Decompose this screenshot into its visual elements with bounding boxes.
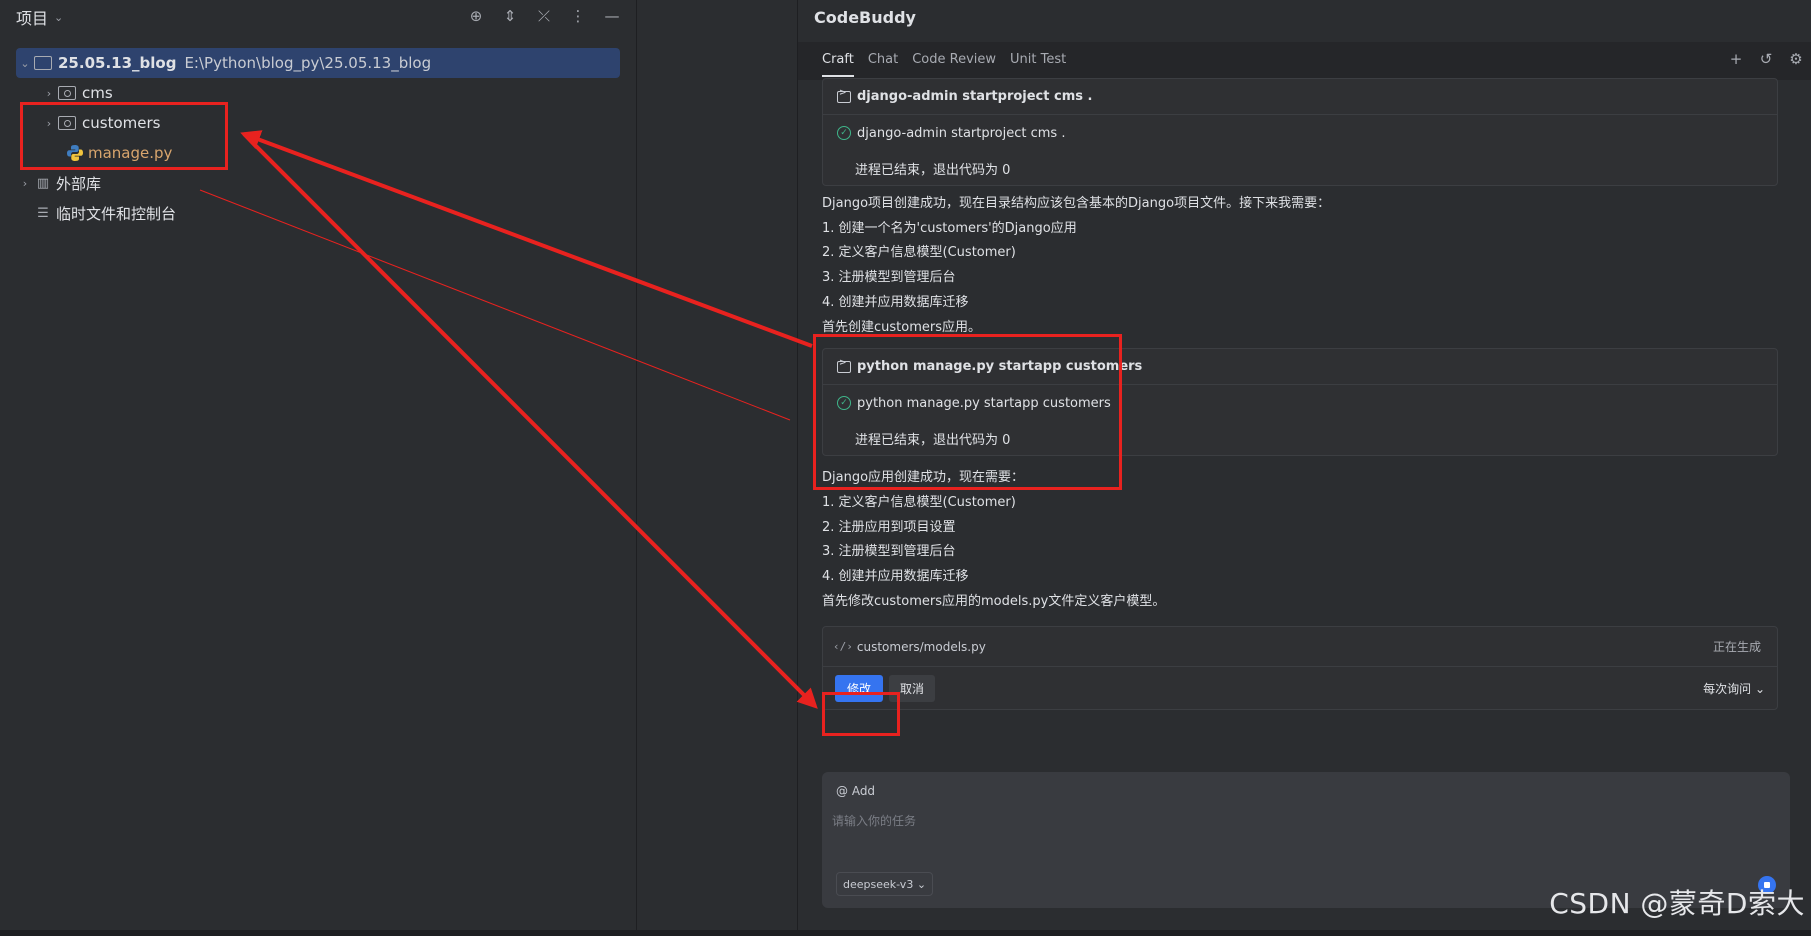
chevron-down-icon[interactable]: ⌄ bbox=[54, 11, 63, 24]
codebuddy-tabs: Craft Chat Code Review Unit Test bbox=[822, 52, 1066, 77]
message-line: 3. 注册模型到管理后台 bbox=[822, 544, 956, 560]
chevron-down-icon: ⌄ bbox=[913, 877, 927, 891]
editor-gutter bbox=[636, 0, 798, 936]
message-line: 1. 定义客户信息模型(Customer) bbox=[822, 494, 1016, 510]
message-line: 4. 创建并应用数据库迁移 bbox=[822, 569, 969, 585]
settings-icon[interactable]: ⚙ bbox=[1787, 50, 1805, 68]
file-edit-name[interactable]: customers/models.py bbox=[857, 640, 986, 654]
message-line: 1. 创建一个名为'customers'的Django应用 bbox=[822, 220, 1077, 236]
terminal-icon bbox=[837, 88, 851, 103]
expand-all-icon[interactable]: ⇕ bbox=[500, 6, 520, 26]
tab-chat[interactable]: Chat bbox=[868, 52, 898, 77]
status-strip bbox=[0, 930, 1811, 936]
tree-item-external-libraries[interactable]: › ▥ 外部库 bbox=[16, 168, 620, 198]
codebuddy-tabbar: Craft Chat Code Review Unit Test + ↺ ⚙ bbox=[798, 42, 1811, 80]
tab-unit-test[interactable]: Unit Test bbox=[1010, 52, 1066, 77]
root-path: E:\Python\blog_py\25.05.13_blog bbox=[184, 54, 432, 72]
tab-craft[interactable]: Craft bbox=[822, 52, 854, 77]
codebuddy-actions: + ↺ ⚙ bbox=[1727, 50, 1805, 68]
model-selector[interactable]: deepseek-v3 ⌄ bbox=[836, 872, 934, 896]
tree-root[interactable]: ⌄ 25.05.13_blog E:\Python\blog_py\25.05.… bbox=[16, 48, 620, 78]
file-edit-actions: 修改 取消 每次询问 ⌄ bbox=[823, 667, 1777, 709]
add-context-button[interactable]: @ Add bbox=[836, 784, 875, 798]
message-line: Django项目创建成功，现在目录结构应该包含基本的Django项目文件。接下来… bbox=[822, 196, 1331, 211]
folder-icon bbox=[34, 56, 52, 70]
history-icon[interactable]: ↺ bbox=[1757, 50, 1775, 68]
collapse-all-icon[interactable]: ⤫ bbox=[534, 6, 554, 26]
annotation-box-tree bbox=[20, 102, 228, 170]
minimize-icon[interactable]: — bbox=[602, 6, 622, 26]
chevron-down-icon: ⌄ bbox=[1754, 681, 1765, 696]
file-edit-block: ‹/› customers/models.py 正在生成 修改 取消 每次询问 … bbox=[822, 626, 1778, 711]
tab-code-review[interactable]: Code Review bbox=[912, 52, 996, 77]
tree-item-label: 外部库 bbox=[56, 174, 102, 193]
command-header: django-admin startproject cms . bbox=[823, 79, 1777, 115]
chevron-right-icon[interactable]: › bbox=[40, 87, 58, 100]
message-line: 4. 创建并应用数据库迁移 bbox=[822, 294, 969, 310]
assistant-message: Django项目创建成功，现在目录结构应该包含基本的Django项目文件。接下来… bbox=[822, 192, 1778, 340]
plus-icon[interactable]: + bbox=[1727, 50, 1745, 68]
root-name: 25.05.13_blog bbox=[58, 54, 177, 72]
command-text: django-admin startproject cms . bbox=[857, 125, 1066, 141]
chevron-down-icon[interactable]: ⌄ bbox=[16, 57, 34, 70]
project-panel-toolbar: ⊕ ⇕ ⤫ ⋮ — bbox=[466, 6, 622, 26]
library-icon: ▥ bbox=[36, 175, 50, 191]
command-block: django-admin startproject cms . ✓ django… bbox=[822, 78, 1778, 186]
locate-icon[interactable]: ⊕ bbox=[466, 6, 486, 26]
message-line: 2. 注册应用到项目设置 bbox=[822, 519, 956, 535]
task-input[interactable] bbox=[832, 810, 1732, 832]
command-header-text: django-admin startproject cms . bbox=[857, 89, 1093, 104]
file-edit-header: ‹/› customers/models.py 正在生成 bbox=[823, 627, 1777, 668]
package-folder-icon bbox=[58, 86, 76, 100]
message-line: 3. 注册模型到管理后台 bbox=[822, 270, 956, 286]
command-row: ✓ django-admin startproject cms . bbox=[823, 115, 1777, 151]
command-exit: 进程已结束，退出代码为 0 bbox=[855, 162, 1011, 178]
message-line: 2. 定义客户信息模型(Customer) bbox=[822, 245, 1016, 261]
project-panel-title[interactable]: 项目 bbox=[16, 5, 48, 29]
check-circle-icon: ✓ bbox=[837, 126, 851, 140]
approval-mode-dropdown[interactable]: 每次询问 ⌄ bbox=[1703, 680, 1765, 697]
tree-item-scratches[interactable]: ☰ 临时文件和控制台 bbox=[16, 198, 620, 228]
watermark: CSDN @蒙奇D索大 bbox=[1549, 887, 1805, 920]
more-icon[interactable]: ⋮ bbox=[568, 6, 588, 26]
message-line: 首先修改customers应用的models.py文件定义客户模型。 bbox=[822, 593, 1166, 609]
scratch-console-icon: ☰ bbox=[37, 205, 49, 221]
model-label: deepseek-v3 bbox=[843, 877, 914, 891]
codebuddy-title: CodeBuddy bbox=[814, 8, 916, 27]
annotation-box-apply bbox=[822, 692, 900, 736]
generation-status: 正在生成 bbox=[1712, 640, 1761, 655]
tree-item-label: cms bbox=[82, 84, 113, 102]
code-icon: ‹/› bbox=[833, 640, 853, 654]
chevron-right-icon[interactable]: › bbox=[16, 177, 34, 190]
approval-mode-label: 每次询问 bbox=[1703, 681, 1752, 696]
tree-item-label: 临时文件和控制台 bbox=[56, 204, 177, 223]
annotation-box-command bbox=[813, 334, 1122, 490]
